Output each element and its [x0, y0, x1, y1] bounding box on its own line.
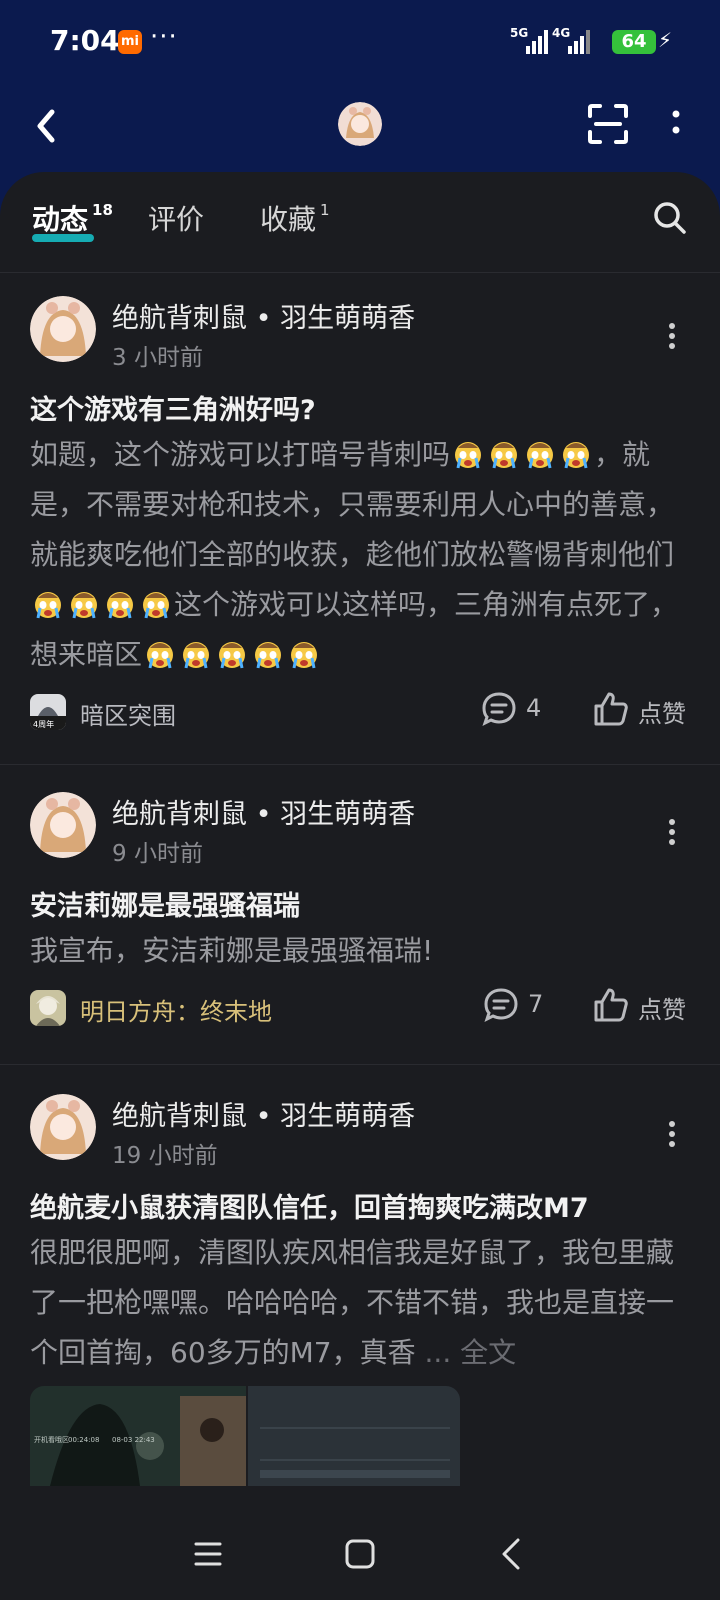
crying-emoji-icon — [255, 642, 282, 669]
crying-emoji-icon — [71, 592, 97, 619]
home-square-icon[interactable] — [340, 1534, 380, 1574]
post-body[interactable]: 很肥很肥啊，清图队疾风相信我是好鼠了，我包里藏了一把枪嘿嘿。哈哈哈哈，不错不错，… — [30, 1228, 690, 1378]
post-time: 3 小时前 — [112, 345, 203, 371]
post-body-text: 如题，这个游戏可以打暗号背刺吗 — [30, 438, 451, 471]
author-avatar[interactable] — [30, 1094, 96, 1160]
thumb-text: 00:24:08 — [68, 1436, 99, 1444]
crying-emoji-icon — [455, 442, 482, 469]
search-icon[interactable] — [652, 200, 688, 236]
crying-emoji-icon — [147, 642, 174, 669]
active-tab-indicator — [32, 234, 94, 242]
crying-emoji-icon — [491, 442, 518, 469]
author-avatar[interactable] — [30, 792, 96, 858]
profile-avatar[interactable] — [338, 102, 382, 146]
post-more-icon[interactable] — [660, 318, 684, 354]
crying-emoji-group — [450, 438, 594, 471]
game-icon-label: 4周年 — [33, 719, 54, 729]
tab-label: 评价 — [148, 203, 205, 236]
post-body[interactable]: 如题，这个游戏可以打暗号背刺吗 ，就是，不需要对枪和技术，只需要利用人心中的善意，… — [30, 430, 690, 680]
comment-count: 7 — [528, 990, 544, 1018]
game-name: 明日方舟：终末地 — [80, 998, 272, 1026]
game-icon: 4周年 — [30, 694, 66, 730]
comment-button[interactable]: 7 — [482, 986, 572, 1026]
scan-icon[interactable] — [586, 102, 630, 146]
game-tag[interactable]: 4周年 暗区突围 — [30, 692, 290, 732]
tab-label: 收藏 — [260, 203, 317, 236]
comment-count: 4 — [526, 694, 542, 722]
tab-bar: 动态 18 评价 收藏 1 — [0, 172, 720, 273]
post-author[interactable]: 绝航背刺鼠 • 羽生萌萌香 — [112, 296, 415, 335]
comment-button[interactable]: 4 — [480, 690, 570, 730]
post-time: 19 小时前 — [112, 1143, 218, 1169]
post-card[interactable]: 绝航背刺鼠 • 羽生萌萌香 19 小时前 绝航麦小鼠获清图队信任，回首掏爽吃满改… — [0, 1064, 720, 1486]
thumb-text: 开机看哦区 — [34, 1435, 69, 1444]
tab-count: 18 — [92, 201, 113, 219]
crying-emoji-icon — [35, 592, 61, 619]
game-name: 暗区突围 — [80, 702, 176, 730]
signal-icon — [526, 30, 548, 54]
thumb-text: 08-03 22:43 — [112, 1436, 155, 1444]
comment-icon — [482, 692, 516, 726]
clock: 7:04 — [50, 24, 120, 57]
post-card[interactable]: 绝航背刺鼠 • 羽生萌萌香 3 小时前 这个游戏有三角洲好吗? 如题，这个游戏可… — [0, 272, 720, 765]
like-button[interactable]: 点赞 — [592, 986, 702, 1026]
battery-indicator: 64 — [612, 30, 656, 54]
tab-dynamics[interactable]: 动态 18 — [32, 198, 113, 238]
crying-emoji-icon — [527, 442, 554, 469]
back-triangle-icon[interactable] — [492, 1534, 532, 1574]
tab-count: 1 — [320, 201, 330, 219]
post-body[interactable]: 我宣布，安洁莉娜是最强骚福瑞! — [30, 926, 690, 976]
back-arrow-icon[interactable] — [28, 102, 68, 150]
post-more-icon[interactable] — [660, 814, 684, 850]
crying-emoji-icon — [143, 592, 169, 619]
tab-reviews[interactable]: 评价 — [148, 198, 204, 238]
crying-emoji-icon — [107, 592, 133, 619]
post-title[interactable]: 安洁莉娜是最强骚福瑞 — [30, 884, 300, 923]
post-more-icon[interactable] — [660, 1116, 684, 1152]
crying-emoji-icon — [291, 642, 318, 669]
signal-icon-2 — [568, 30, 590, 54]
crying-emoji-icon — [563, 442, 590, 469]
charging-icon: ⚡ — [658, 28, 673, 52]
crying-emoji-icon — [219, 642, 246, 669]
post-title[interactable]: 这个游戏有三角洲好吗? — [30, 388, 316, 427]
status-bar: 7:04 mi ··· 5G 4G 64 ⚡ — [0, 0, 720, 84]
tab-favorites[interactable]: 收藏 1 — [260, 198, 330, 238]
post-author[interactable]: 绝航背刺鼠 • 羽生萌萌香 — [112, 792, 415, 831]
main-panel: 动态 18 评价 收藏 1 绝航背刺鼠 • 羽生萌萌香 3 小时前 这个游戏有三角洲… — [0, 172, 720, 1600]
post-body-text: 很肥很肥啊，清图队疾风相信我是好鼠了，我包里藏了一把枪嘿嘿。哈哈哈哈，不错不错，… — [30, 1236, 675, 1369]
thumbs-up-icon — [594, 988, 628, 1022]
thumbs-up-icon — [594, 692, 628, 726]
notification-dots: ··· — [150, 22, 178, 52]
post-author[interactable]: 绝航背刺鼠 • 羽生萌萌香 — [112, 1094, 415, 1133]
more-vertical-icon[interactable] — [656, 102, 696, 146]
menu-icon[interactable] — [188, 1534, 228, 1574]
like-button[interactable]: 点赞 — [592, 690, 702, 730]
mi-app-icon: mi — [118, 30, 142, 54]
comment-icon — [484, 988, 518, 1022]
crying-emoji-group — [30, 588, 174, 621]
post-image-thumbnails[interactable]: 开机看哦区 00:24:08 08-03 22:43 — [30, 1386, 460, 1486]
game-tag[interactable]: 明日方舟：终末地 — [30, 988, 330, 1028]
crying-emoji-icon — [183, 642, 210, 669]
post-time: 9 小时前 — [112, 841, 203, 867]
system-nav-bar — [0, 1510, 720, 1600]
top-nav — [0, 84, 720, 174]
crying-emoji-group — [142, 638, 322, 671]
game-icon — [30, 990, 66, 1026]
tab-label: 动态 — [32, 203, 89, 236]
author-avatar[interactable] — [30, 296, 96, 362]
read-more-link[interactable]: ... 全文 — [425, 1336, 517, 1369]
post-title[interactable]: 绝航麦小鼠获清图队信任，回首掏爽吃满改M7 — [30, 1186, 589, 1225]
like-label: 点赞 — [638, 996, 686, 1024]
post-card[interactable]: 绝航背刺鼠 • 羽生萌萌香 9 小时前 安洁莉娜是最强骚福瑞 我宣布，安洁莉娜是… — [0, 764, 720, 1065]
like-label: 点赞 — [638, 700, 686, 728]
